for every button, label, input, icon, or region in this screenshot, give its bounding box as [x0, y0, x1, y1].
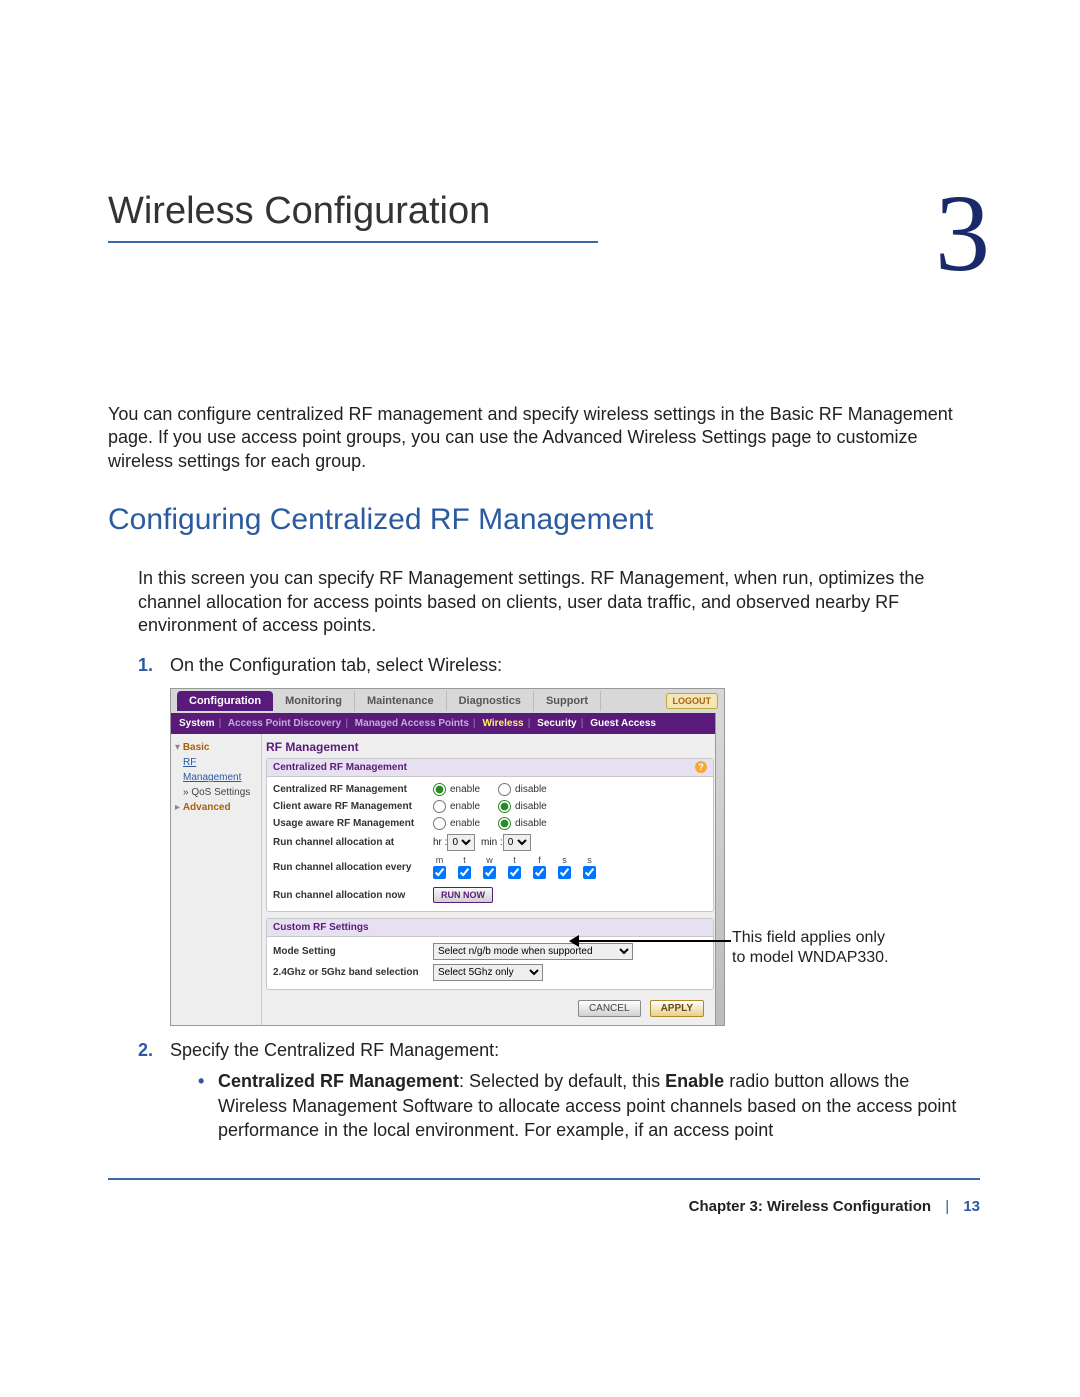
- sidebar-rf[interactable]: RF Management: [175, 755, 257, 785]
- help-icon[interactable]: ?: [695, 761, 707, 773]
- lbl-crf: Centralized RF Management: [273, 784, 433, 795]
- step-2: Specify the Centralized RF Management: C…: [138, 1040, 980, 1142]
- chapter-title: Wireless Configuration: [108, 190, 598, 243]
- subnav-apdiscovery[interactable]: Access Point Discovery: [228, 718, 341, 729]
- day-checkboxes: m t w t f s s: [433, 855, 596, 879]
- lbl-carf: Client aware RF Management: [273, 801, 433, 812]
- panel1-title: Centralized RF Management: [273, 762, 407, 773]
- tab-maintenance[interactable]: Maintenance: [355, 691, 447, 711]
- tab-support[interactable]: Support: [534, 691, 601, 711]
- crf-disable[interactable]: disable: [498, 783, 547, 796]
- day-m[interactable]: [433, 866, 446, 879]
- tab-diagnostics[interactable]: Diagnostics: [447, 691, 534, 711]
- top-tabs: Configuration Monitoring Maintenance Dia…: [171, 689, 724, 713]
- min-select[interactable]: 0: [503, 834, 531, 851]
- section-paragraph: In this screen you can specify RF Manage…: [138, 567, 980, 637]
- day-w[interactable]: [483, 866, 496, 879]
- tab-configuration[interactable]: Configuration: [177, 691, 273, 711]
- carf-enable[interactable]: enable: [433, 800, 480, 813]
- subnav-guest[interactable]: Guest Access: [590, 718, 656, 729]
- panel2-title: Custom RF Settings: [273, 922, 369, 933]
- step-1-text: On the Configuration tab, select Wireles…: [170, 655, 502, 675]
- annotation-line: [576, 940, 731, 942]
- app-window: Configuration Monitoring Maintenance Dia…: [170, 688, 725, 1026]
- day-t1[interactable]: [458, 866, 471, 879]
- footer-page-number: 13: [963, 1198, 980, 1215]
- section-title: Configuring Centralized RF Management: [108, 503, 980, 537]
- uarf-disable[interactable]: disable: [498, 817, 547, 830]
- panel-custom-rf: Custom RF Settings Mode Setting Select n…: [266, 918, 714, 990]
- chapter-header: Wireless Configuration 3: [108, 190, 980, 243]
- sub-nav: System| Access Point Discovery| Managed …: [171, 713, 724, 734]
- lbl-band: 2.4Ghz or 5Ghz band selection: [273, 967, 433, 978]
- mode-select[interactable]: Select n/g/b mode when supported: [433, 943, 633, 960]
- day-s2[interactable]: [583, 866, 596, 879]
- screenshot-wrap: Configuration Monitoring Maintenance Dia…: [170, 688, 1010, 1026]
- day-f[interactable]: [533, 866, 546, 879]
- page-footer: Chapter 3: Wireless Configuration | 13: [108, 1178, 980, 1215]
- lbl-runat: Run channel allocation at: [273, 837, 433, 848]
- footer-chapter: Chapter 3: Wireless Configuration: [689, 1198, 931, 1215]
- lbl-runnow: Run channel allocation now: [273, 890, 433, 901]
- subnav-wireless[interactable]: Wireless: [483, 718, 524, 729]
- annotation-text: This field applies only to model WNDAP33…: [732, 928, 892, 966]
- lbl-uarf: Usage aware RF Management: [273, 818, 433, 829]
- subnav-system[interactable]: System: [179, 718, 215, 729]
- sidebar-advanced[interactable]: Advanced: [183, 802, 231, 813]
- sidebar-basic[interactable]: Basic: [183, 742, 210, 753]
- cancel-button[interactable]: CANCEL: [578, 1000, 641, 1017]
- subnav-managed[interactable]: Managed Access Points: [355, 718, 469, 729]
- step-1: On the Configuration tab, select Wireles…: [138, 655, 980, 1026]
- day-s1[interactable]: [558, 866, 571, 879]
- step-2-text: Specify the Centralized RF Management:: [170, 1040, 499, 1060]
- intro-paragraph: You can configure centralized RF managem…: [108, 403, 980, 473]
- day-t2[interactable]: [508, 866, 521, 879]
- lbl-runevery: Run channel allocation every: [273, 862, 433, 873]
- logout-button[interactable]: LOGOUT: [666, 693, 719, 709]
- sidebar-qos[interactable]: » QoS Settings: [175, 785, 257, 800]
- uarf-enable[interactable]: enable: [433, 817, 480, 830]
- chapter-number: 3: [935, 178, 990, 288]
- main-title: RF Management: [266, 740, 714, 754]
- crf-enable[interactable]: enable: [433, 783, 480, 796]
- panel-centralized-rf: Centralized RF Management ? Centralized …: [266, 758, 714, 912]
- apply-button[interactable]: APPLY: [650, 1000, 704, 1017]
- carf-disable[interactable]: disable: [498, 800, 547, 813]
- lbl-mode: Mode Setting: [273, 946, 433, 957]
- run-now-button[interactable]: RUN NOW: [433, 887, 493, 903]
- bullet-crf: Centralized RF Management: Selected by d…: [198, 1069, 980, 1142]
- sidebar: ▾ Basic RF Management » QoS Settings ▸ A…: [171, 734, 261, 1025]
- tab-monitoring[interactable]: Monitoring: [273, 691, 355, 711]
- subnav-security[interactable]: Security: [537, 718, 576, 729]
- hr-select[interactable]: 0: [447, 834, 475, 851]
- band-select[interactable]: Select 5Ghz only: [433, 964, 543, 981]
